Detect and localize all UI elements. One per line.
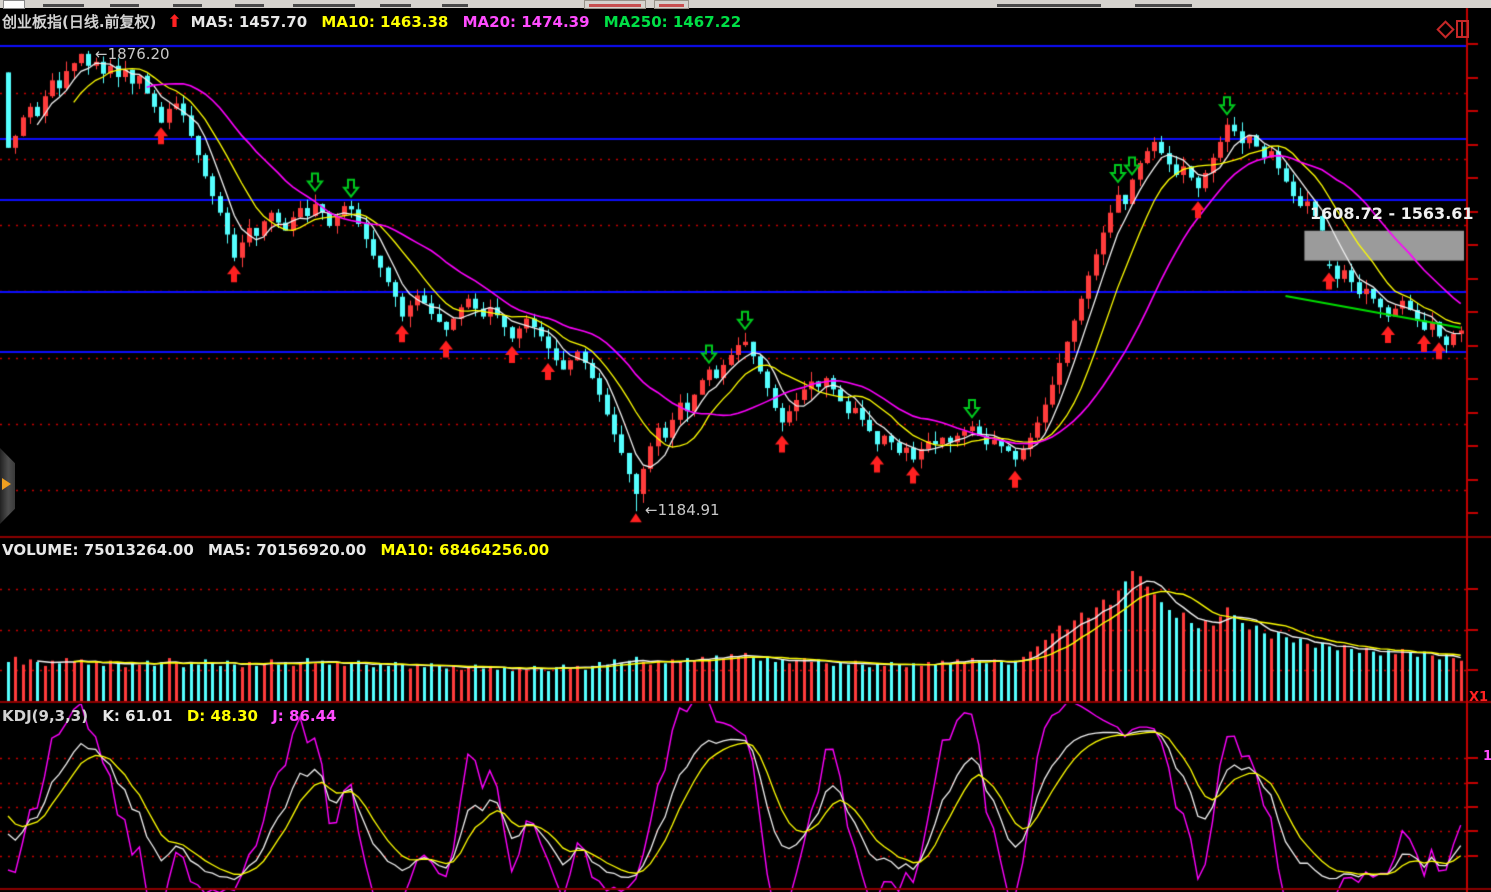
chart-canvas[interactable] [0, 0, 1491, 892]
stock-chart-app: 创业板指(日线.前复权)⬆MA5: 1457.70 MA10: 1463.38 … [0, 0, 1491, 892]
menu-item-mark [173, 4, 202, 7]
main-pane-header: 创业板指(日线.前复权)⬆MA5: 1457.70 MA10: 1463.38 … [2, 11, 750, 32]
menu-item-mark [43, 4, 84, 7]
menu-item-mark [110, 4, 139, 7]
symbol-title: 创业板指(日线.前复权) [2, 13, 156, 31]
expand-arrow-icon [2, 478, 11, 490]
ma5-value: MA5: 1457.70 [191, 13, 308, 31]
volume-value: VOLUME: 75013264.00 [2, 541, 194, 559]
kdj-k-value: K: 61.01 [102, 707, 172, 725]
menu-item-mark [1135, 4, 1192, 7]
low-price-annotation: ←1184.91 [645, 501, 720, 519]
volume-ma10-value: MA10: 68464256.00 [381, 541, 550, 559]
gap-range-annotation: 1608.72 - 1563.61 [1310, 204, 1474, 223]
kdj-scale-label: 1 [1483, 749, 1491, 764]
menu-item-mark [293, 4, 355, 7]
up-arrow-icon: ⬆ [167, 12, 181, 32]
volume-unit-label: X1 [1469, 690, 1488, 705]
kdj-pane-header: KDJ(9,3,3) K: 61.01 D: 48.30 J: 86.44 [2, 707, 345, 725]
menu-item-mark [380, 4, 411, 7]
kdj-label: KDJ(9,3,3) [2, 707, 88, 725]
volume-pane-header: VOLUME: 75013264.00 MA5: 70156920.00 MA1… [2, 541, 558, 559]
menu-button[interactable] [654, 0, 689, 9]
kdj-d-value: D: 48.30 [187, 707, 258, 725]
ma250-value: MA250: 1467.22 [604, 13, 741, 31]
menu-item-mark [442, 4, 468, 7]
menu-bar[interactable] [0, 0, 1491, 8]
high-price-annotation: ←1876.20 [95, 45, 170, 63]
kdj-j-value: J: 86.44 [272, 707, 336, 725]
ma20-value: MA20: 1474.39 [463, 13, 590, 31]
menu-button[interactable] [584, 0, 646, 9]
menu-item-mark [235, 4, 264, 7]
page-split-icon[interactable] [1456, 20, 1469, 38]
menu-item-mark [997, 4, 1101, 7]
menu-icon[interactable] [3, 0, 25, 9]
ma10-value: MA10: 1463.38 [321, 13, 448, 31]
volume-ma5-value: MA5: 70156920.00 [208, 541, 366, 559]
